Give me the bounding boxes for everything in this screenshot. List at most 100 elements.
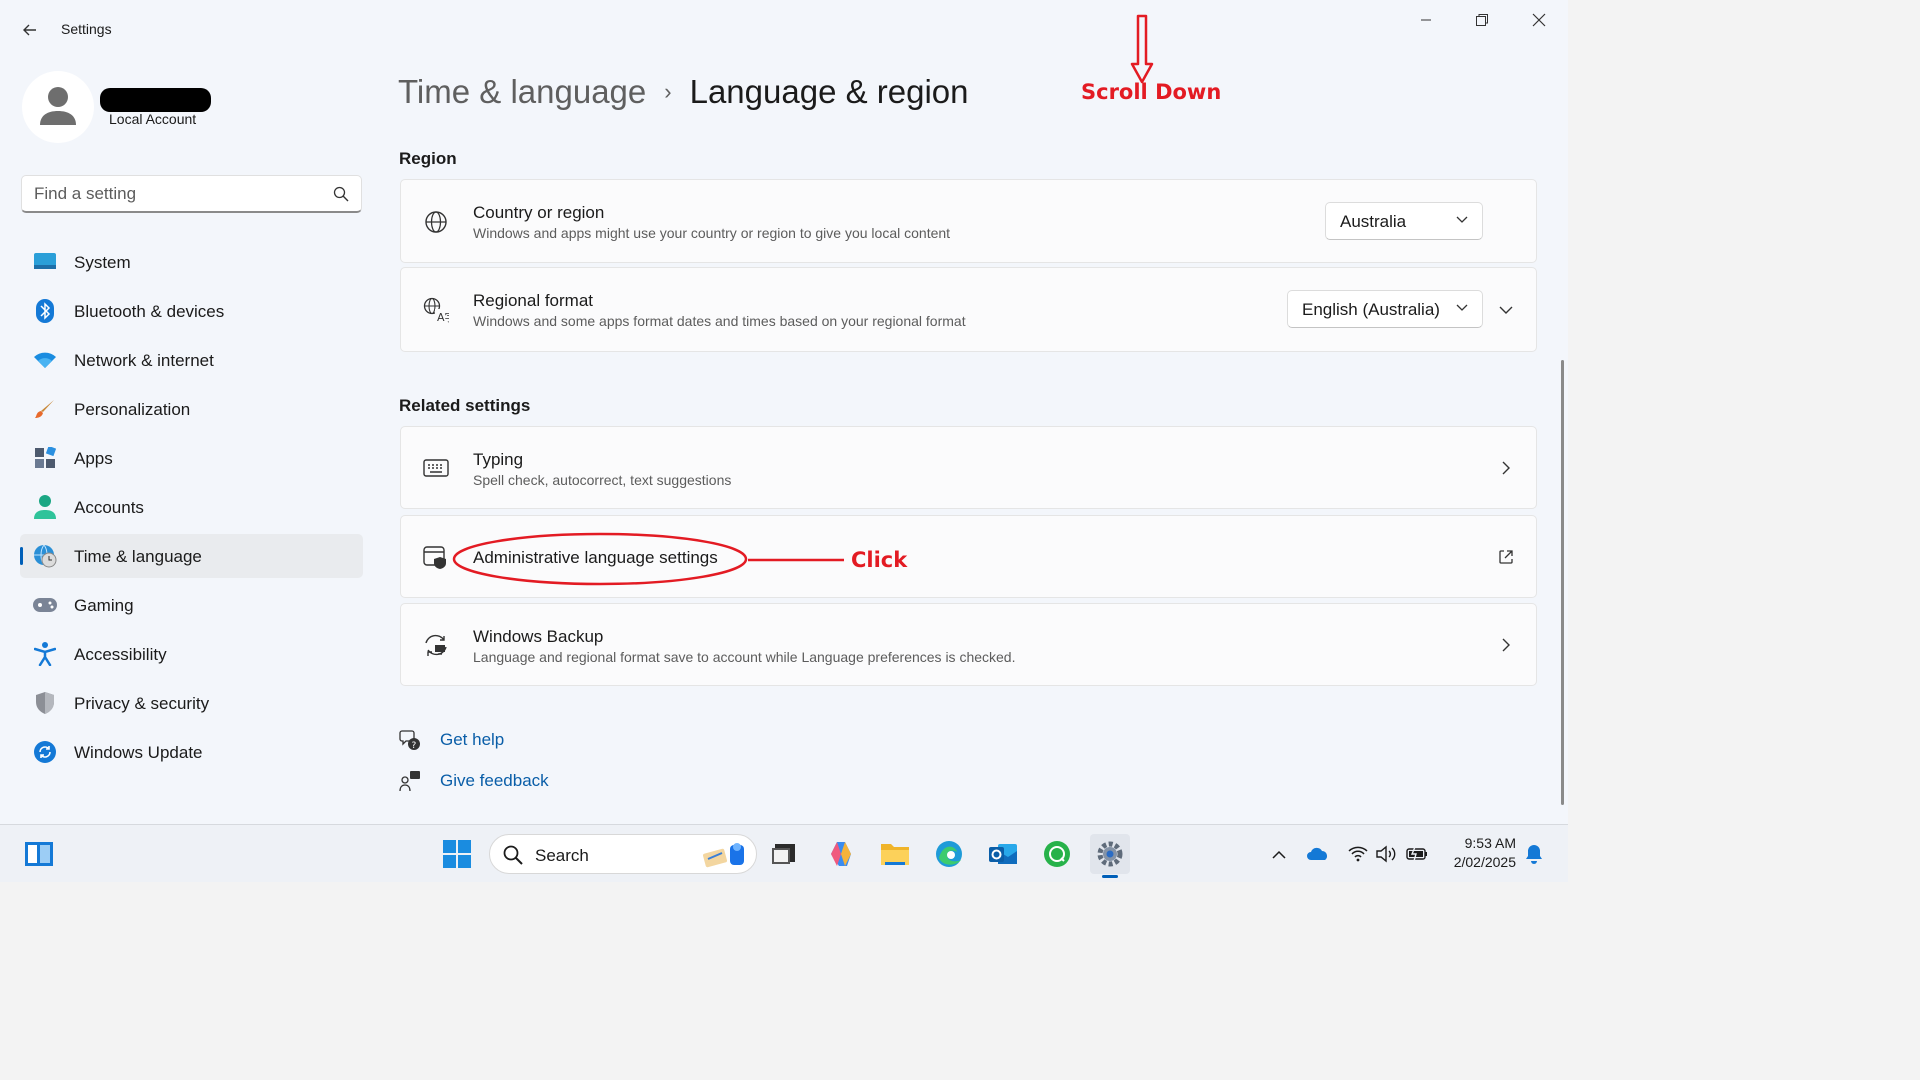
sidebar-item-network[interactable]: Network & internet	[20, 338, 363, 382]
minimize-button[interactable]	[1398, 4, 1454, 36]
search-input[interactable]	[34, 183, 324, 205]
windows-backup-subtitle: Language and regional format save to acc…	[473, 649, 1016, 665]
chevron-down-icon	[1456, 304, 1468, 311]
onedrive-icon[interactable]	[1306, 842, 1330, 866]
clock-time: 9:53 AM	[1464, 835, 1516, 851]
keyboard-icon	[423, 455, 449, 481]
give-feedback-link[interactable]: Give feedback	[399, 768, 549, 794]
taskbar-search[interactable]: Search	[489, 834, 757, 874]
taskbar-app-chat[interactable]	[1037, 834, 1077, 874]
country-region-subtitle: Windows and apps might use your country …	[473, 225, 951, 241]
sidebar-item-accounts[interactable]: Accounts	[20, 485, 363, 529]
typing-card[interactable]: Typing Spell check, autocorrect, text su…	[400, 426, 1537, 509]
admin-shield-window-icon	[423, 545, 449, 571]
regional-format-subtitle: Windows and some apps format dates and t…	[473, 313, 966, 329]
taskbar-app-edge[interactable]	[929, 834, 969, 874]
taskbar: Search 9:53 AM 2/02/2025	[0, 824, 1568, 882]
taskbar-clock[interactable]: 9:53 AM 2/02/2025	[1440, 834, 1516, 872]
sidebar-item-system[interactable]: System	[20, 240, 363, 284]
sidebar-item-label: Apps	[74, 449, 113, 468]
widgets-button[interactable]	[19, 834, 59, 874]
svg-text:?: ?	[412, 741, 417, 751]
chevron-up-icon[interactable]	[1267, 842, 1291, 866]
avatar[interactable]	[22, 71, 94, 143]
back-button[interactable]	[14, 14, 46, 46]
copilot-icon	[831, 842, 851, 866]
regional-format-dropdown[interactable]: English (Australia)	[1287, 290, 1483, 328]
close-icon	[1532, 13, 1546, 27]
sidebar-item-bluetooth[interactable]: Bluetooth & devices	[20, 289, 363, 333]
taskbar-app-outlook[interactable]	[983, 834, 1023, 874]
scroll-down-arrow-annotation	[1130, 14, 1154, 84]
taskbar-app-settings[interactable]	[1090, 834, 1130, 878]
search-highlight-icon	[703, 843, 744, 868]
sidebar-item-accessibility[interactable]: Accessibility	[20, 632, 363, 676]
sidebar-item-label: Gaming	[74, 596, 134, 615]
search-icon	[503, 845, 523, 865]
expand-chevron-icon[interactable]	[1498, 302, 1514, 318]
regional-format-value: English (Australia)	[1302, 300, 1440, 319]
globe-clock-icon	[33, 544, 57, 568]
sidebar-item-label: Personalization	[74, 400, 191, 419]
external-link-icon	[1498, 549, 1514, 565]
start-button[interactable]	[437, 834, 477, 874]
maximize-button[interactable]	[1454, 4, 1510, 36]
vertical-scrollbar[interactable]	[1561, 360, 1564, 805]
language-format-icon: A字	[423, 297, 449, 323]
sidebar-item-label: Privacy & security	[74, 694, 210, 713]
feedback-person-icon	[399, 770, 421, 792]
taskbar-app-file-explorer[interactable]	[764, 834, 804, 874]
gamepad-icon	[33, 594, 57, 616]
bluetooth-icon	[33, 299, 57, 323]
taskbar-app-folder[interactable]	[875, 834, 915, 874]
edge-icon	[936, 841, 962, 867]
settings-window: Settings Local Account System Bluetooth	[0, 0, 1568, 824]
get-help-label: Get help	[440, 730, 505, 749]
sidebar-item-apps[interactable]: Apps	[20, 436, 363, 480]
find-setting-search[interactable]	[21, 175, 362, 213]
help-chat-icon: ?	[399, 729, 421, 751]
wifi-icon[interactable]	[1346, 842, 1370, 866]
get-help-link[interactable]: ? Get help	[399, 727, 504, 753]
folder-icon	[881, 844, 909, 865]
breadcrumb-parent[interactable]: Time & language	[398, 73, 646, 111]
region-section-title: Region	[399, 149, 457, 168]
account-type: Local Account	[109, 111, 197, 127]
related-settings-title: Related settings	[399, 396, 531, 415]
scroll-down-annotation: Scroll Down	[1081, 80, 1222, 104]
accessibility-icon	[33, 642, 57, 666]
sidebar-nav: System Bluetooth & devices Network & int…	[20, 240, 363, 779]
windows-backup-card[interactable]: Windows Backup Language and regional for…	[400, 603, 1537, 686]
widgets-icon	[25, 842, 53, 866]
page-title: Language & region	[689, 73, 969, 110]
country-region-title: Country or region	[473, 203, 605, 222]
notification-bell-icon[interactable]	[1522, 842, 1546, 866]
sidebar-item-privacy[interactable]: Privacy & security	[20, 681, 363, 725]
typing-subtitle: Spell check, autocorrect, text suggestio…	[473, 472, 732, 488]
sidebar-item-windows-update[interactable]: Windows Update	[20, 730, 363, 774]
sidebar-item-personalization[interactable]: Personalization	[20, 387, 363, 431]
country-dropdown[interactable]: Australia	[1325, 202, 1483, 240]
volume-icon[interactable]	[1375, 842, 1399, 866]
regional-format-card[interactable]: A字 Regional format Windows and some apps…	[400, 267, 1537, 352]
sidebar-item-gaming[interactable]: Gaming	[20, 583, 363, 627]
country-region-card: Country or region Windows and apps might…	[400, 179, 1537, 263]
taskbar-app-copilot[interactable]	[821, 834, 861, 874]
chevron-down-icon	[1456, 216, 1468, 223]
app-title: Settings	[61, 21, 112, 37]
regional-format-title: Regional format	[473, 291, 594, 310]
battery-icon[interactable]	[1405, 842, 1429, 866]
click-ellipse-annotation	[452, 532, 844, 586]
sidebar-item-label: Accounts	[74, 498, 144, 517]
sidebar-item-label: Bluetooth & devices	[74, 302, 225, 321]
brush-icon	[33, 398, 57, 420]
user-icon	[40, 87, 76, 125]
breadcrumb-separator: ›	[664, 79, 672, 104]
accounts-icon	[33, 495, 57, 519]
sidebar-item-label: Accessibility	[74, 645, 167, 664]
typing-title: Typing	[473, 450, 524, 469]
minimize-icon	[1421, 19, 1431, 21]
sidebar-item-time-language[interactable]: Time & language	[20, 534, 363, 578]
svg-text:A字: A字	[437, 310, 449, 323]
close-button[interactable]	[1511, 4, 1567, 36]
